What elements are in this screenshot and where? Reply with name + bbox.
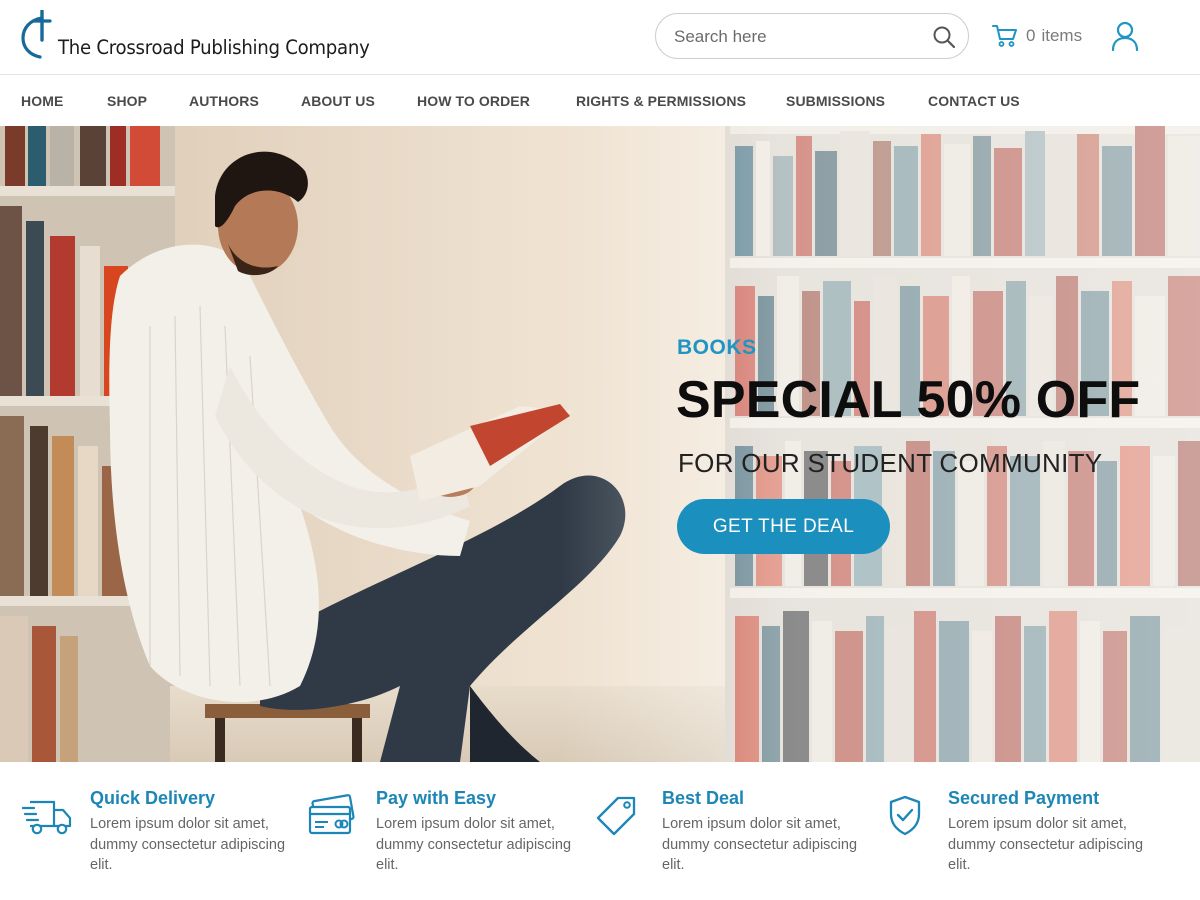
- nav-item-shop[interactable]: SHOP: [107, 93, 147, 109]
- feature-description: Lorem ipsum dolor sit amet, dummy consec…: [662, 816, 858, 873]
- hero-background-image: [0, 126, 1200, 762]
- feature-title: Best Deal: [662, 788, 745, 808]
- cart-label: items: [1041, 26, 1083, 45]
- main-nav: HOME SHOP AUTHORS ABOUT US HOW TO ORDER …: [0, 75, 1200, 126]
- nav-item-home[interactable]: HOME: [21, 93, 63, 109]
- cart-icon: [992, 25, 1017, 47]
- cross-logo-icon: [21, 10, 52, 59]
- feature-pay-with-easy: Pay with Easy Lorem ipsum dolor sit amet…: [308, 786, 588, 886]
- site-header: The Crossroad Publishing Company 0 items: [0, 0, 1200, 75]
- hero-banner: BOOKS SPECIAL 50% OFF FOR OUR STUDENT CO…: [0, 126, 1200, 762]
- feature-title: Quick Delivery: [90, 788, 216, 808]
- feature-description: Lorem ipsum dolor sit amet, dummy consec…: [948, 816, 1144, 873]
- nav-item-how-to-order[interactable]: HOW TO ORDER: [417, 93, 530, 109]
- search-box: [655, 13, 969, 59]
- nav-item-authors[interactable]: AUTHORS: [189, 93, 259, 109]
- hero-eyebrow: BOOKS: [677, 336, 757, 359]
- hero-title: SPECIAL 50% OFF: [676, 371, 1141, 429]
- price-tag-icon: [596, 796, 636, 836]
- feature-title: Pay with Easy: [376, 788, 497, 808]
- credit-card-icon: [308, 794, 355, 835]
- get-the-deal-button[interactable]: GET THE DEAL: [677, 499, 890, 554]
- nav-item-contact-us[interactable]: CONTACT US: [928, 93, 1020, 109]
- feature-description: Lorem ipsum dolor sit amet, dummy consec…: [376, 816, 572, 873]
- nav-item-rights-permissions[interactable]: RIGHTS & PERMISSIONS: [576, 93, 746, 109]
- cart-button[interactable]: 0 items: [992, 22, 1082, 50]
- cart-count: 0: [1026, 26, 1036, 45]
- feature-quick-delivery: Quick Delivery Lorem ipsum dolor sit ame…: [22, 786, 302, 886]
- hero-subtitle: FOR OUR STUDENT COMMUNITY: [678, 448, 1103, 478]
- brand-name: The Crossroad Publishing Company: [58, 36, 370, 59]
- feature-secured-payment: Secured Payment Lorem ipsum dolor sit am…: [880, 786, 1160, 886]
- user-icon[interactable]: [1111, 21, 1139, 51]
- shield-check-icon: [889, 795, 921, 836]
- feature-description: Lorem ipsum dolor sit amet, dummy consec…: [90, 816, 286, 873]
- feature-title: Secured Payment: [948, 788, 1100, 808]
- search-input[interactable]: [674, 24, 914, 50]
- feature-best-deal: Best Deal Lorem ipsum dolor sit amet, du…: [594, 786, 874, 886]
- logo[interactable]: The Crossroad Publishing Company: [20, 8, 380, 66]
- delivery-truck-icon: [22, 800, 72, 835]
- search-icon[interactable]: [932, 25, 956, 49]
- nav-item-about-us[interactable]: ABOUT US: [301, 93, 375, 109]
- features-strip: Quick Delivery Lorem ipsum dolor sit ame…: [0, 762, 1200, 900]
- nav-item-submissions[interactable]: SUBMISSIONS: [786, 93, 885, 109]
